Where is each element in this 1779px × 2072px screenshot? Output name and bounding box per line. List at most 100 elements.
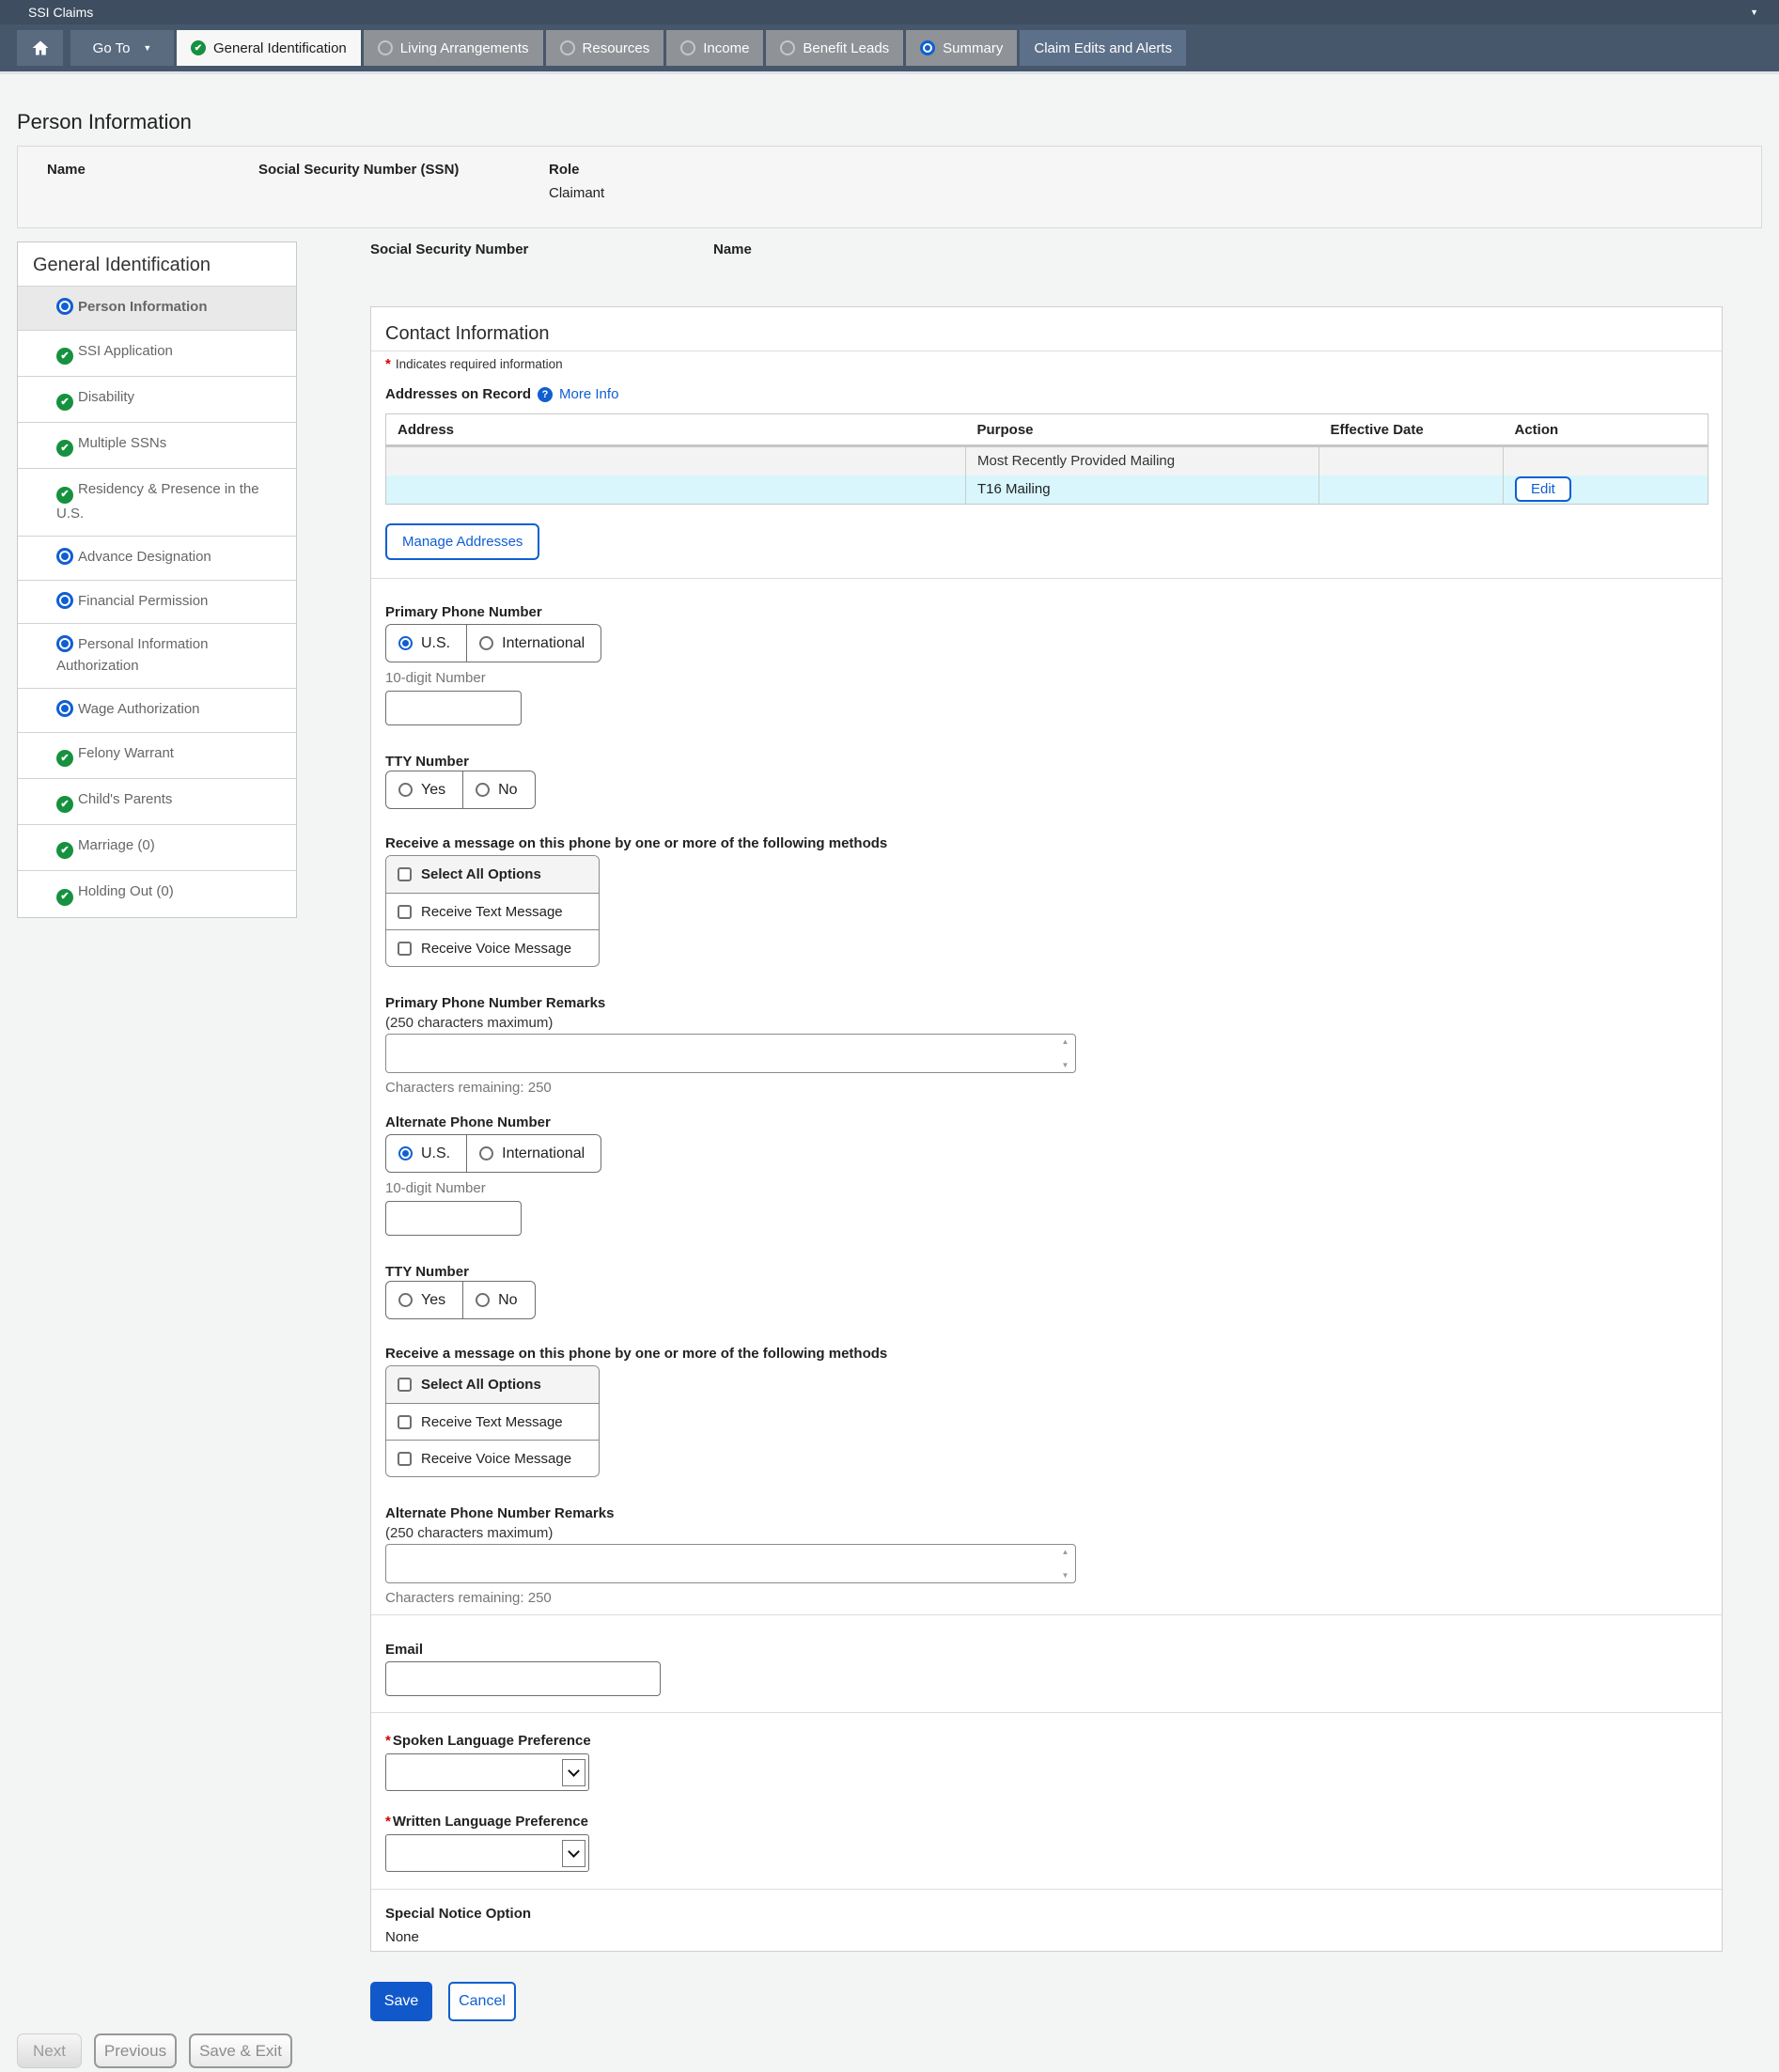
dropdown-button[interactable] xyxy=(562,1840,585,1867)
cell-purpose: Most Recently Provided Mailing xyxy=(966,446,1319,475)
cell-address xyxy=(386,446,966,475)
app-title: SSI Claims xyxy=(28,5,93,20)
checkbox-receive-text[interactable]: Receive Text Message xyxy=(386,1403,599,1440)
primary-phone-input[interactable] xyxy=(385,691,522,725)
check-circle-icon xyxy=(56,440,73,457)
tty-label: TTY Number xyxy=(385,1264,1708,1281)
checkbox-icon xyxy=(398,1452,412,1466)
checkbox-receive-voice[interactable]: Receive Voice Message xyxy=(386,929,599,966)
dropdown-button[interactable] xyxy=(562,1759,585,1786)
section-divider xyxy=(371,578,1722,579)
special-notice-label: Special Notice Option xyxy=(385,1906,1708,1923)
ring-icon xyxy=(378,40,393,55)
alternate-phone-input[interactable] xyxy=(385,1201,522,1236)
remarks-hint: (250 characters maximum) xyxy=(385,1525,1708,1542)
scrollbar[interactable]: ▲▼ xyxy=(1059,1548,1071,1580)
sidebar-item-disability[interactable]: Disability xyxy=(18,376,296,422)
tab-benefit-leads[interactable]: Benefit Leads xyxy=(766,30,903,66)
chevron-down-icon xyxy=(568,1765,580,1777)
help-icon[interactable]: ? xyxy=(538,387,553,402)
check-circle-icon xyxy=(56,348,73,365)
spoken-language-select[interactable] xyxy=(385,1753,589,1791)
tab-living-arrangements[interactable]: Living Arrangements xyxy=(364,30,543,66)
radio-no[interactable]: No xyxy=(462,771,534,808)
primary-remarks-label: Primary Phone Number Remarks xyxy=(385,995,1708,1012)
cell-address xyxy=(386,475,966,505)
home-icon xyxy=(31,39,50,57)
next-button[interactable]: Next xyxy=(17,2033,82,2068)
radio-international[interactable]: International xyxy=(466,625,601,662)
sidebar-item-residency[interactable]: Residency & Presence in the U.S. xyxy=(18,468,296,536)
tab-claim-edits-and-alerts[interactable]: Claim Edits and Alerts xyxy=(1020,30,1186,66)
sidebar-item-multiple-ssns[interactable]: Multiple SSNs xyxy=(18,422,296,468)
tab-resources[interactable]: Resources xyxy=(546,30,664,66)
receive-methods-label: Receive a message on this phone by one o… xyxy=(385,835,1708,852)
checkbox-icon xyxy=(398,1378,412,1392)
radio-no[interactable]: No xyxy=(462,1282,534,1318)
sidebar-item-childs-parents[interactable]: Child's Parents xyxy=(18,778,296,824)
checkbox-select-all[interactable]: Select All Options xyxy=(386,1366,599,1403)
primary-remarks-textarea[interactable]: ▲▼ xyxy=(385,1034,1076,1073)
radio-yes[interactable]: Yes xyxy=(386,1282,462,1318)
window-caret-icon[interactable]: ▼ xyxy=(1750,8,1758,17)
primary-phone-label: Primary Phone Number xyxy=(385,604,1708,621)
sidebar-item-advance-designation[interactable]: Advance Designation xyxy=(18,536,296,580)
person-summary-box: Name Social Security Number (SSN) Role C… xyxy=(17,146,1762,228)
previous-button[interactable]: Previous xyxy=(94,2033,177,2068)
written-language-select[interactable] xyxy=(385,1834,589,1872)
checkbox-icon xyxy=(398,905,412,919)
tab-summary[interactable]: Summary xyxy=(906,30,1017,66)
checkbox-icon xyxy=(398,1415,412,1429)
save-button[interactable]: Save xyxy=(370,1982,432,2021)
name-label: Name xyxy=(47,162,86,178)
section-divider xyxy=(371,1889,1722,1890)
addresses-table: Address Purpose Effective Date Action Mo… xyxy=(385,413,1709,505)
sidebar-item-holding-out[interactable]: Holding Out (0) xyxy=(18,870,296,916)
scroll-down-icon: ▼ xyxy=(1062,1061,1069,1069)
target-icon xyxy=(56,298,73,315)
check-circle-icon xyxy=(191,40,206,55)
goto-button[interactable]: Go To ▼ xyxy=(70,30,174,66)
sidebar-item-person-information[interactable]: Person Information xyxy=(18,286,296,330)
scrollbar[interactable]: ▲▼ xyxy=(1059,1037,1071,1069)
ssn-label: Social Security Number (SSN) xyxy=(258,162,459,178)
save-and-exit-button[interactable]: Save & Exit xyxy=(189,2033,292,2068)
checkbox-icon xyxy=(398,942,412,956)
cell-effective-date xyxy=(1319,446,1504,475)
checkbox-select-all[interactable]: Select All Options xyxy=(386,856,599,893)
tab-income[interactable]: Income xyxy=(666,30,763,66)
required-note: *Indicates required information xyxy=(385,357,1708,372)
col-address: Address xyxy=(386,414,966,446)
check-circle-icon xyxy=(56,796,73,813)
sidebar-item-marriage[interactable]: Marriage (0) xyxy=(18,824,296,870)
radio-us[interactable]: U.S. xyxy=(386,1135,466,1172)
sidebar-item-financial-permission[interactable]: Financial Permission xyxy=(18,580,296,624)
manage-addresses-button[interactable]: Manage Addresses xyxy=(385,523,539,560)
email-input[interactable] xyxy=(385,1661,661,1696)
cell-effective-date xyxy=(1319,475,1504,505)
more-info-link[interactable]: More Info xyxy=(559,385,618,404)
radio-yes[interactable]: Yes xyxy=(386,771,462,808)
required-asterisk: * xyxy=(385,1733,391,1749)
alternate-receive-methods-group: Select All Options Receive Text Message … xyxy=(385,1365,600,1477)
col-action: Action xyxy=(1504,414,1709,446)
checkbox-receive-text[interactable]: Receive Text Message xyxy=(386,893,599,929)
checkbox-receive-voice[interactable]: Receive Voice Message xyxy=(386,1440,599,1476)
alternate-remarks-textarea[interactable]: ▲▼ xyxy=(385,1544,1076,1583)
edit-button[interactable]: Edit xyxy=(1515,476,1571,502)
alternate-remarks-label: Alternate Phone Number Remarks xyxy=(385,1505,1708,1522)
cancel-button[interactable]: Cancel xyxy=(448,1982,516,2021)
required-asterisk: * xyxy=(385,1814,391,1830)
col-purpose: Purpose xyxy=(966,414,1319,446)
sidebar-item-personal-information-authorization[interactable]: Personal Information Authorization xyxy=(18,623,296,688)
tab-general-identification[interactable]: General Identification xyxy=(177,30,361,66)
sidebar-item-felony-warrant[interactable]: Felony Warrant xyxy=(18,732,296,778)
sidebar-item-wage-authorization[interactable]: Wage Authorization xyxy=(18,688,296,732)
target-icon xyxy=(56,592,73,609)
role-value: Claimant xyxy=(549,185,604,201)
radio-icon xyxy=(479,636,493,650)
home-button[interactable] xyxy=(17,30,63,66)
radio-us[interactable]: U.S. xyxy=(386,625,466,662)
radio-international[interactable]: International xyxy=(466,1135,601,1172)
sidebar-item-ssi-application[interactable]: SSI Application xyxy=(18,330,296,376)
